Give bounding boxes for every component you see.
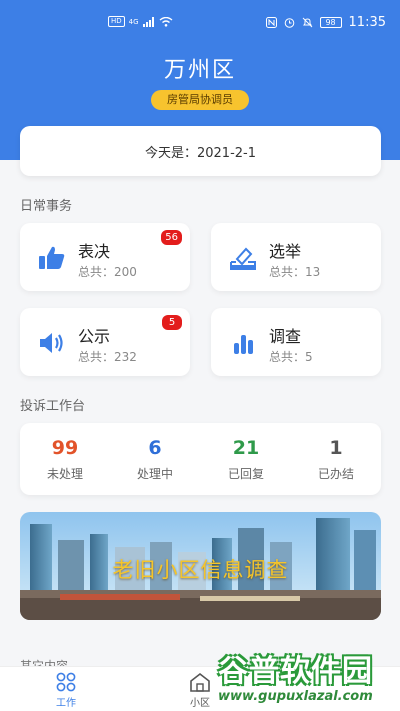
section-title-complaints: 投诉工作台 <box>20 399 86 414</box>
status-left: HD 4G <box>108 16 173 27</box>
stat-value: 99 <box>51 437 79 459</box>
stat-value: 21 <box>232 437 260 459</box>
task-card-vote[interactable]: 表决 总共：200 56 <box>20 223 190 291</box>
unread-badge: 56 <box>161 230 182 245</box>
survey-banner[interactable]: 老旧小区信息调查 <box>20 512 381 620</box>
unread-badge: 5 <box>162 315 182 330</box>
task-count: 总共：5 <box>269 350 313 364</box>
date-card: 今天是：2021-2-1 <box>20 126 381 176</box>
tab-label: 工作 <box>56 698 76 709</box>
stat-label: 未处理 <box>46 467 83 481</box>
tab-work[interactable]: 工作 <box>36 672 96 709</box>
battery-indicator: 98 <box>319 17 342 28</box>
task-name: 公示 <box>78 327 111 346</box>
stat-replied[interactable]: 21 已回复 <box>201 437 291 482</box>
complaint-stats-card: 99 未处理 6 处理中 21 已回复 1 已办结 <box>20 423 381 495</box>
task-card-announcement[interactable]: 公示 总共：232 5 <box>20 308 190 376</box>
thumbs-up-icon <box>39 246 65 269</box>
alarm-icon <box>284 18 294 28</box>
task-card-election[interactable]: 选举 总共：13 <box>211 223 381 291</box>
bar-chart-icon <box>234 335 253 354</box>
stat-value: 1 <box>329 437 343 459</box>
watermark-url: www.gupuxlazal.com <box>218 689 373 704</box>
site-watermark: 谷普软件园 www.gupuxlazal.com <box>218 646 400 711</box>
status-bar: HD 4G 98 11:35 <box>0 0 400 44</box>
speaker-icon <box>40 333 63 353</box>
nfc-icon <box>265 17 277 28</box>
section-title-daily: 日常事务 <box>20 199 73 214</box>
task-count: 总共：13 <box>269 265 321 279</box>
district-title: 万州区 <box>163 58 236 83</box>
banner-title: 老旧小区信息调查 <box>112 558 289 582</box>
stat-label: 已办结 <box>317 467 354 481</box>
status-right: 98 11:35 <box>265 15 386 30</box>
role-badge: 房管局协调员 <box>151 90 249 110</box>
wifi-icon <box>159 16 172 27</box>
mute-icon <box>302 17 312 28</box>
task-name: 调查 <box>269 327 302 346</box>
clock: 11:35 <box>348 15 386 30</box>
date-label: 今天是：2021-2-1 <box>144 145 256 161</box>
watermark-title: 谷普软件园 <box>218 654 373 689</box>
stat-unprocessed[interactable]: 99 未处理 <box>20 437 110 482</box>
task-name: 选举 <box>269 242 302 261</box>
task-count: 总共：232 <box>78 350 137 364</box>
task-name: 表决 <box>78 242 111 261</box>
stat-processing[interactable]: 6 处理中 <box>110 437 200 482</box>
stat-value: 6 <box>148 437 162 459</box>
stat-label: 已回复 <box>227 467 264 481</box>
tab-label: 小区 <box>190 698 210 709</box>
home-icon <box>190 672 210 692</box>
ballot-icon <box>230 247 256 270</box>
signal-icon <box>142 16 154 27</box>
hd-indicator: HD <box>108 16 125 27</box>
grid-icon <box>56 672 76 692</box>
stat-completed[interactable]: 1 已办结 <box>291 437 381 482</box>
task-card-survey[interactable]: 调查 总共：5 <box>211 308 381 376</box>
network-type: 4G <box>128 17 139 26</box>
stat-label: 处理中 <box>136 467 173 481</box>
task-count: 总共：200 <box>78 265 137 279</box>
